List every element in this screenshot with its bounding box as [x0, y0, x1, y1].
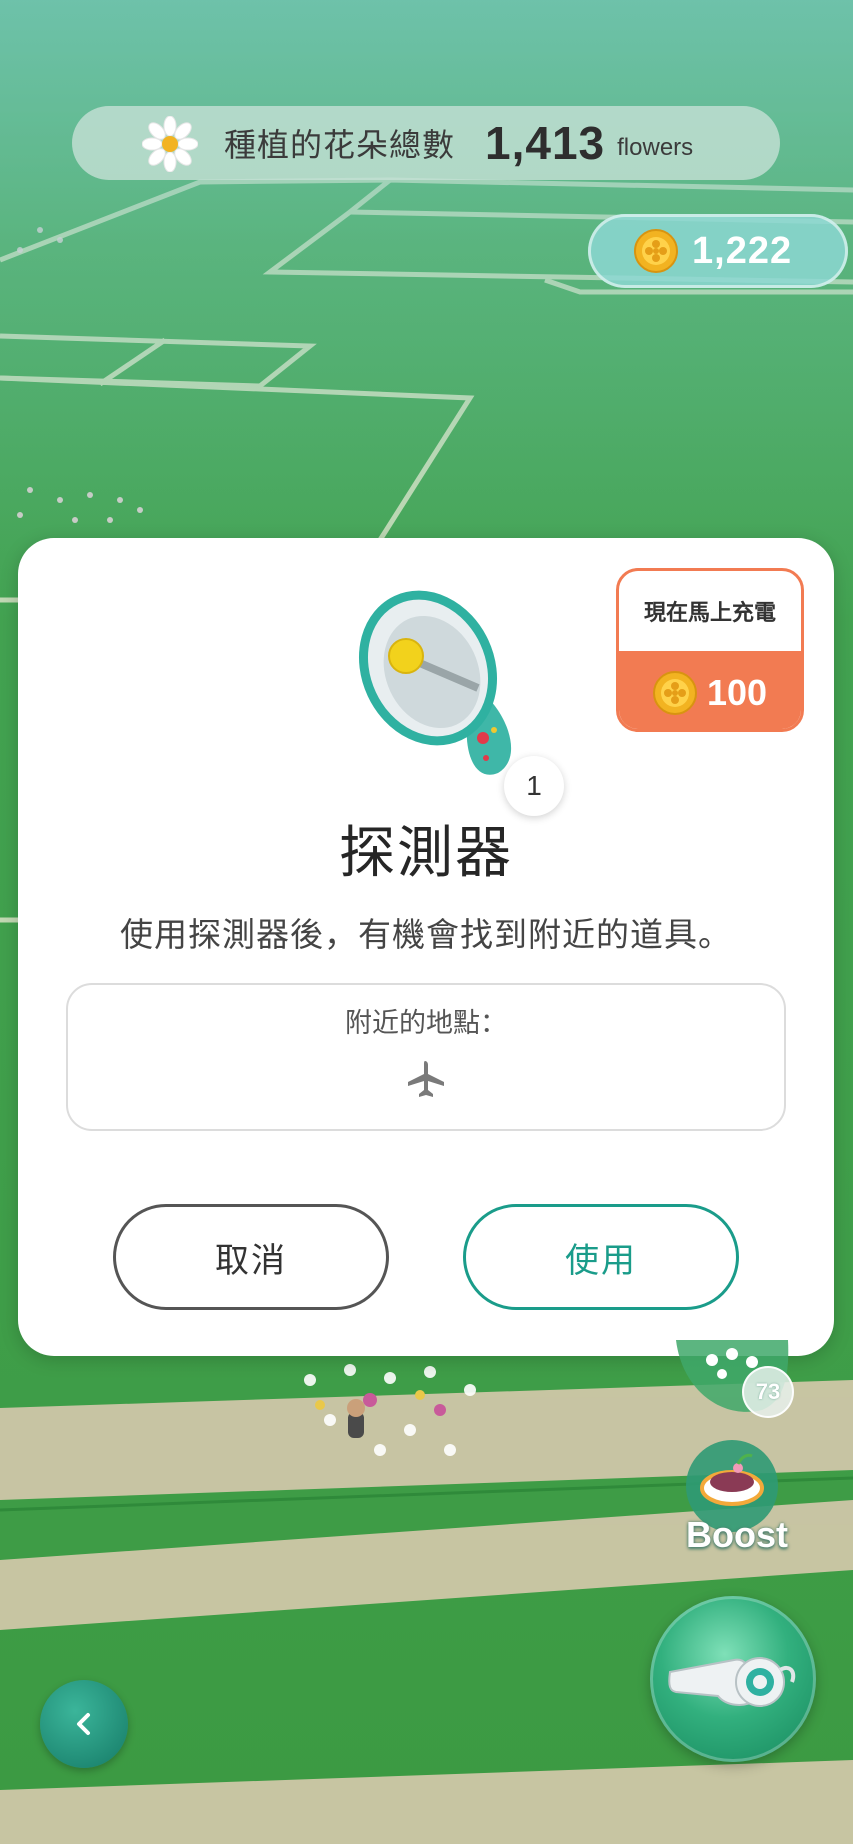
coin-icon	[634, 229, 678, 273]
nearby-locations-panel: 附近的地點：	[66, 983, 786, 1131]
item-use-dialog: 現在馬上充電 100 1 探測器 使用探測器後，有機會找到附近的道具。 附近的地…	[18, 538, 834, 1356]
recharge-price-value: 100	[706, 672, 768, 713]
daisy-icon	[142, 116, 198, 172]
nearby-locations-label: 附近的地點：	[345, 1008, 507, 1039]
detector-item-icon	[358, 590, 512, 775]
flower-count-value: 1,413	[485, 117, 606, 169]
whistle-button[interactable]	[650, 1596, 816, 1762]
use-button[interactable]: 使用	[463, 1204, 739, 1310]
whistle-icon	[668, 1657, 796, 1707]
back-button[interactable]	[40, 1680, 128, 1768]
flower-count-banner: 種植的花朵總數 1,413 flowers	[72, 106, 780, 180]
coin-balance-button[interactable]: 1,222	[588, 214, 848, 288]
boost-label: Boost	[686, 1514, 788, 1555]
bubble-count-badge: 73	[742, 1366, 794, 1418]
coin-balance-value: 1,222	[692, 229, 793, 272]
recharge-now-button[interactable]: 現在馬上充電 100	[616, 568, 804, 732]
item-name: 探測器	[339, 821, 513, 886]
boost-button[interactable]: Boost	[672, 1438, 792, 1555]
item-description: 使用探測器後，有機會找到附近的道具。	[120, 915, 732, 954]
flower-count-unit: flowers	[617, 134, 694, 161]
recharge-price: 100	[619, 651, 801, 729]
airplane-icon	[408, 1061, 444, 1097]
chevron-left-icon	[77, 1713, 90, 1735]
recharge-title: 現在馬上充電	[643, 601, 776, 626]
item-quantity-badge: 1	[504, 756, 564, 816]
coin-icon	[652, 671, 697, 715]
flower-count-label: 種植的花朵總數	[224, 126, 456, 164]
cancel-button[interactable]: 取消	[113, 1204, 389, 1310]
player-avatar-cluster	[304, 1364, 476, 1456]
